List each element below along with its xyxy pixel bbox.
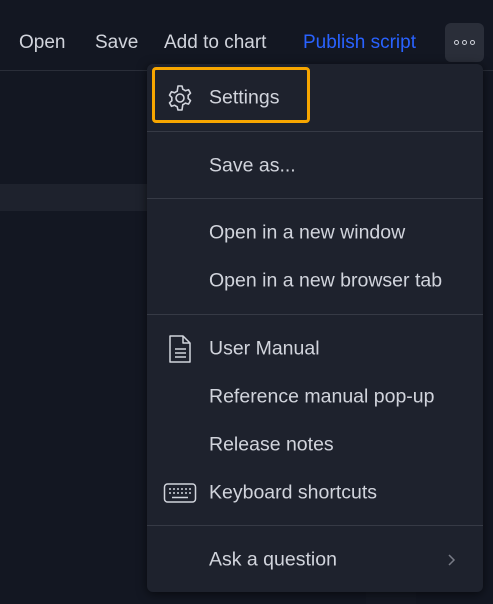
release-notes-label: Release notes: [209, 433, 334, 456]
open-button[interactable]: Open: [19, 28, 65, 58]
more-horizontal-icon: [454, 40, 475, 45]
editor-toolbar: Open Save Add to chart Publish script: [0, 0, 493, 71]
menu-item-ask-question[interactable]: Ask a question: [147, 536, 483, 584]
open-new-tab-label: Open in a new browser tab: [209, 269, 443, 292]
publish-script-button[interactable]: Publish script: [303, 28, 416, 58]
more-options-button[interactable]: [445, 23, 484, 62]
focus-outline: [152, 67, 310, 123]
document-icon: [163, 332, 197, 366]
menu-item-keyboard-shortcuts[interactable]: Keyboard shortcuts: [147, 469, 483, 517]
minimap: [366, 592, 416, 604]
menu-divider: [147, 198, 483, 199]
save-button[interactable]: Save: [95, 28, 138, 58]
more-options-menu: Settings Save as... Open in a new window…: [147, 64, 483, 592]
reference-manual-label: Reference manual pop-up: [209, 385, 435, 408]
menu-item-open-new-window[interactable]: Open in a new window: [147, 209, 483, 257]
editor-panel: [0, 71, 147, 604]
menu-item-save-as[interactable]: Save as...: [147, 142, 483, 190]
save-as-label: Save as...: [209, 154, 296, 177]
keyboard-icon: [163, 476, 197, 510]
keyboard-shortcuts-label: Keyboard shortcuts: [209, 481, 378, 504]
menu-item-open-new-tab[interactable]: Open in a new browser tab: [147, 257, 483, 305]
menu-divider: [147, 314, 483, 315]
menu-item-release-notes[interactable]: Release notes: [147, 421, 483, 469]
menu-divider: [147, 131, 483, 132]
current-line-highlight: [0, 184, 147, 211]
add-to-chart-button[interactable]: Add to chart: [164, 28, 266, 58]
ask-question-label: Ask a question: [209, 548, 337, 571]
menu-item-user-manual[interactable]: User Manual: [147, 325, 483, 373]
open-new-window-label: Open in a new window: [209, 221, 406, 244]
chevron-right-icon: [443, 552, 459, 568]
user-manual-label: User Manual: [209, 337, 320, 360]
menu-item-reference-manual[interactable]: Reference manual pop-up: [147, 373, 483, 421]
menu-divider: [147, 525, 483, 526]
